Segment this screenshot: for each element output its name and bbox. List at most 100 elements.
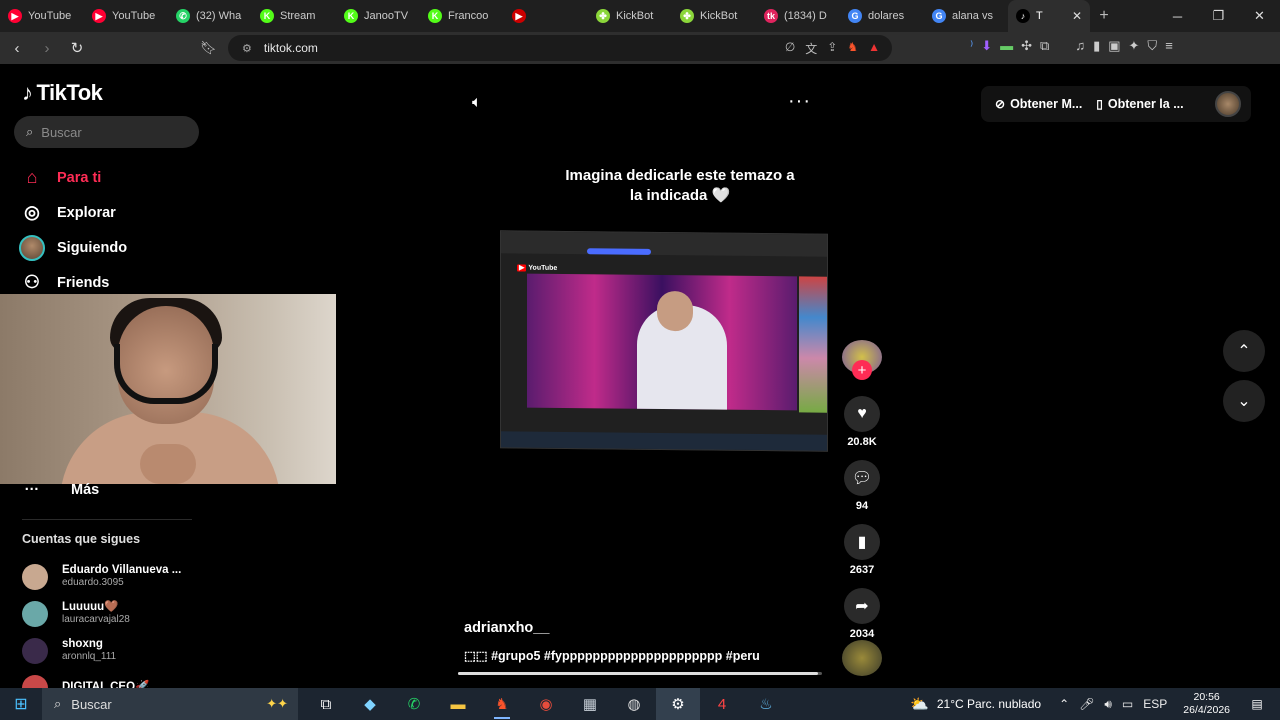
address-bar[interactable]: ⚙ tiktok.com ∅ 文 ⇪ ♞ ▲ — [228, 35, 892, 61]
new-tab-icon[interactable]: + — [1090, 7, 1118, 25]
browser-tab[interactable]: K Francoo — [420, 0, 504, 32]
browser-tab[interactable]: ▶ YouTube — [84, 0, 168, 32]
video-author[interactable]: adrianxho__ — [464, 620, 549, 636]
browser-tab[interactable]: ✆ (32) Wha — [168, 0, 252, 32]
close-tab-icon[interactable]: ✕ — [1072, 9, 1082, 23]
browser-tab[interactable]: Gdolares — [840, 0, 924, 32]
comment-button[interactable]: 💬︎ 94 — [842, 460, 882, 514]
forward-icon[interactable]: › — [34, 35, 60, 61]
taskbar-search[interactable]: ⌕ Buscar ✦✦ — [42, 688, 298, 720]
url-text[interactable]: tiktok.com — [264, 41, 318, 55]
download-ext-icon[interactable]: ⬇ — [981, 38, 992, 54]
followed-account[interactable]: shoxng aronnlq_111 — [22, 632, 181, 669]
tiktok-live-icon: tk — [764, 9, 778, 23]
previous-video-button[interactable]: ⌃ — [1223, 330, 1265, 372]
file-explorer-icon[interactable]: ▬ — [436, 688, 480, 720]
site-info-icon[interactable]: ⚙ — [242, 42, 252, 55]
video-description[interactable]: ⬚⬚ #grupo5 #fyppppppppppppppppppppp #per… — [464, 648, 760, 663]
music-disc-icon[interactable] — [842, 640, 882, 676]
vpn-icon[interactable]: ⛉ — [1147, 38, 1157, 54]
sidebar-item-explorar[interactable]: ◎ Explorar — [18, 195, 127, 230]
puzzle-icon[interactable]: ✣ — [1021, 38, 1032, 54]
like-button[interactable]: ♥ 20.8K — [842, 396, 882, 450]
tiktok-logo[interactable]: ♪ TikTok — [22, 80, 103, 106]
calculator-icon[interactable]: ▦ — [568, 688, 612, 720]
share-icon[interactable]: ⇪ — [827, 40, 837, 57]
brave-rewards-icon[interactable]: ▲ — [868, 40, 880, 57]
settings-icon[interactable]: ⚙ — [656, 688, 700, 720]
notifications-icon[interactable]: ▤ — [1244, 697, 1270, 711]
phone-icon: ▯ — [1096, 97, 1103, 111]
video-player[interactable]: ▶ YouTube — [500, 230, 828, 452]
wallet-icon[interactable]: ▣ — [1108, 38, 1120, 54]
weather-widget[interactable]: ⛅ 21°C Parc. nublado — [910, 695, 1041, 713]
microphone-icon[interactable]: 🎤︎ — [1079, 697, 1094, 711]
tab-label: dolares — [868, 10, 905, 22]
sidebar-item-para-ti[interactable]: ⌂ Para ti — [18, 160, 127, 195]
steam-icon[interactable]: ♨ — [744, 688, 788, 720]
screenshot-icon[interactable]: ⧉ — [1040, 38, 1049, 54]
reload-icon[interactable]: ↻ — [64, 35, 90, 61]
followed-account[interactable]: Luuuuu🤎 lauracarvajal28 — [22, 595, 181, 632]
language-indicator[interactable]: ESP — [1143, 697, 1167, 711]
sidebar-item-label: Siguiendo — [57, 239, 128, 256]
restore-icon[interactable]: ❐ — [1198, 0, 1239, 32]
browser-tab[interactable]: K Stream — [252, 0, 336, 32]
browser-tab[interactable]: ♪ T ✕ — [1008, 0, 1090, 32]
creator-avatar[interactable]: + — [842, 340, 882, 380]
minimize-icon[interactable]: ─ — [1157, 0, 1198, 32]
get-app-button[interactable]: ▯ Obtener la ... — [1096, 97, 1183, 111]
profile-avatar[interactable] — [1215, 91, 1241, 117]
sidebar-item-siguiendo[interactable]: Siguiendo — [18, 230, 127, 265]
brave-icon[interactable]: ♞ — [480, 688, 524, 720]
video-progress-fill — [458, 672, 819, 675]
browser-tab[interactable]: K JanooTV — [336, 0, 420, 32]
kickbot-icon: ✤ — [680, 9, 694, 23]
whatsapp-icon[interactable]: ✆ — [392, 688, 436, 720]
no-track-icon[interactable]: ∅ — [785, 40, 795, 57]
extension-icon[interactable]: ⁾ — [970, 38, 973, 54]
brave-shield-icon[interactable]: ♞ — [847, 40, 858, 57]
next-video-button[interactable]: ⌄ — [1223, 380, 1265, 422]
video-progress-bar[interactable] — [458, 672, 822, 675]
heart-icon: ♥ — [844, 396, 880, 432]
save-button[interactable]: ▮ 2637 — [842, 524, 882, 578]
browser-tab[interactable]: ▶ — [504, 0, 588, 32]
youtube-icon: ▶ — [8, 9, 22, 23]
followed-account[interactable]: Eduardo Villanueva ... eduardo.3095 — [22, 558, 181, 595]
bookmark-icon[interactable]: 🔖︎ — [200, 40, 217, 56]
sidebar-icon[interactable]: ▮ — [1093, 38, 1100, 54]
get-coins-button[interactable]: ⊘ Obtener M... — [995, 97, 1082, 111]
browser-tab[interactable]: Galana vs — [924, 0, 1008, 32]
leo-icon[interactable]: ✦ — [1129, 38, 1140, 54]
volume-icon[interactable]: 🔈︎ — [472, 94, 482, 112]
media-icon[interactable]: ♫ — [1075, 38, 1085, 54]
tray-chevron-icon[interactable]: ⌃ — [1059, 697, 1069, 711]
sidebar-item-more[interactable]: ··· Más — [22, 482, 99, 498]
files-icon[interactable]: ◆ — [348, 688, 392, 720]
browser-tab[interactable]: tk (1834) D — [756, 0, 840, 32]
share-button[interactable]: ➦ 2034 — [842, 588, 882, 642]
network-icon[interactable]: ▭ — [1122, 697, 1133, 711]
clock[interactable]: 20:56 26/4/2026 — [1183, 691, 1230, 717]
speaker-icon[interactable]: 🔊︎ — [1104, 697, 1112, 712]
windows-start-icon[interactable]: ⊞ — [0, 688, 42, 720]
video-actions: + ♥ 20.8K 💬︎ 94 ▮ 2637 ➦ 2034 — [842, 340, 882, 642]
menu-icon[interactable]: ≡ — [1165, 38, 1173, 54]
obs-icon[interactable]: ◍ — [612, 688, 656, 720]
video-more-icon[interactable]: ··· — [788, 90, 811, 113]
browser-tab[interactable]: ✤ KickBot — [672, 0, 756, 32]
search-input[interactable]: ⌕ Buscar — [14, 116, 199, 148]
close-window-icon[interactable]: ✕ — [1239, 0, 1280, 32]
browser-tab[interactable]: ✤ KickBot — [588, 0, 672, 32]
app-4-icon[interactable]: 4 — [700, 688, 744, 720]
chrome-icon[interactable]: ◉ — [524, 688, 568, 720]
get-app-label: Obtener M... — [1010, 97, 1083, 111]
clock-date: 26/4/2026 — [1183, 704, 1230, 716]
task-view-icon[interactable]: ⧉ — [304, 688, 348, 720]
translate-icon[interactable]: 文 — [805, 40, 817, 57]
browser-tab[interactable]: ▶ YouTube — [0, 0, 84, 32]
flag-ext-icon[interactable]: ▬ — [1000, 38, 1013, 54]
follow-plus-icon[interactable]: + — [852, 360, 872, 380]
back-icon[interactable]: ‹ — [4, 35, 30, 61]
